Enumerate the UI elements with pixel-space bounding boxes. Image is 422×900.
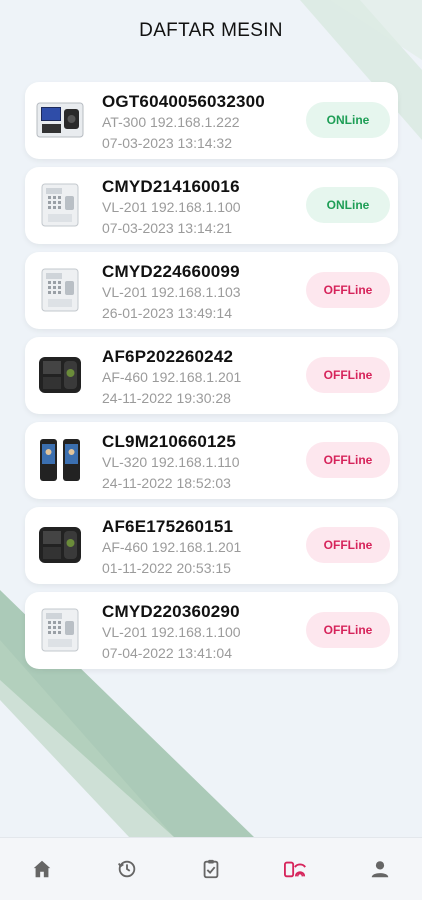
fingerprint-device-icon [33,520,87,570]
status-badge: OFFLine [306,612,390,648]
history-icon[interactable] [97,844,157,894]
machine-card[interactable]: OGT6040056032300 AT-300 192.168.1.222 07-0… [25,82,398,159]
machine-model-ip: AT-300 192.168.1.222 [102,114,240,130]
machine-serial: CMYD214160016 [102,177,240,196]
machine-model-ip: VL-201 192.168.1.100 [102,624,241,640]
status-badge: OFFLine [306,357,390,393]
machine-card[interactable]: CMYD214160016 VL-201 192.168.1.100 07-03-2… [25,167,398,244]
status-badge: OFFLine [306,272,390,308]
machine-serial: OGT6040056032300 [102,92,265,111]
machine-serial: CMYD220360290 [102,602,240,621]
checklist-icon[interactable] [181,844,241,894]
machine-model-ip: VL-320 192.168.1.110 [102,454,240,470]
home-icon[interactable] [12,844,72,894]
face-device-icon [33,435,87,485]
machine-last-sync: 01-11-2022 20:53:15 [102,560,231,576]
machine-last-sync: 24-11-2022 19:30:28 [102,390,231,406]
machine-model-ip: AF-460 192.168.1.201 [102,539,242,555]
status-badge: ONLine [306,102,390,138]
machine-serial: CL9M210660125 [102,432,236,451]
machine-serial: AF6E175260151 [102,517,234,536]
terminal-screen-device-icon [33,95,87,145]
profile-icon[interactable] [350,844,410,894]
keypad-device-icon [33,180,87,230]
keypad-device-icon [33,605,87,655]
machine-card[interactable]: CL9M210660125 VL-320 192.168.1.110 24-11-2… [25,422,398,499]
machine-card[interactable]: AF6P202260242 AF-460 192.168.1.201 24-11-2… [25,337,398,414]
machine-model-ip: AF-460 192.168.1.201 [102,369,242,385]
machine-last-sync: 07-04-2022 13:41:04 [102,645,232,661]
machine-last-sync: 26-01-2023 13:49:14 [102,305,232,321]
machine-card[interactable]: CMYD224660099 VL-201 192.168.1.103 26-01-2… [25,252,398,329]
page-title: DAFTAR MESIN [139,20,283,41]
fingerprint-machine-icon[interactable] [265,844,325,894]
machine-card[interactable]: CMYD220360290 VL-201 192.168.1.100 07-04-2… [25,592,398,669]
status-badge: ONLine [306,187,390,223]
status-badge: OFFLine [306,442,390,478]
machine-card[interactable]: AF6E175260151 AF-460 192.168.1.201 01-11-2… [25,507,398,584]
machine-last-sync: 24-11-2022 18:52:03 [102,475,231,491]
machine-last-sync: 07-03-2023 13:14:21 [102,220,232,236]
bottom-navigation [0,837,422,900]
machine-serial: CMYD224660099 [102,262,240,281]
keypad-device-icon [33,265,87,315]
machine-last-sync: 07-03-2023 13:14:32 [102,135,232,151]
machine-serial: AF6P202260242 [102,347,234,366]
machine-list: OGT6040056032300 AT-300 192.168.1.222 07-0… [25,82,398,677]
machine-model-ip: VL-201 192.168.1.103 [102,284,241,300]
machine-model-ip: VL-201 192.168.1.100 [102,199,241,215]
status-badge: OFFLine [306,527,390,563]
fingerprint-device-icon [33,350,87,400]
